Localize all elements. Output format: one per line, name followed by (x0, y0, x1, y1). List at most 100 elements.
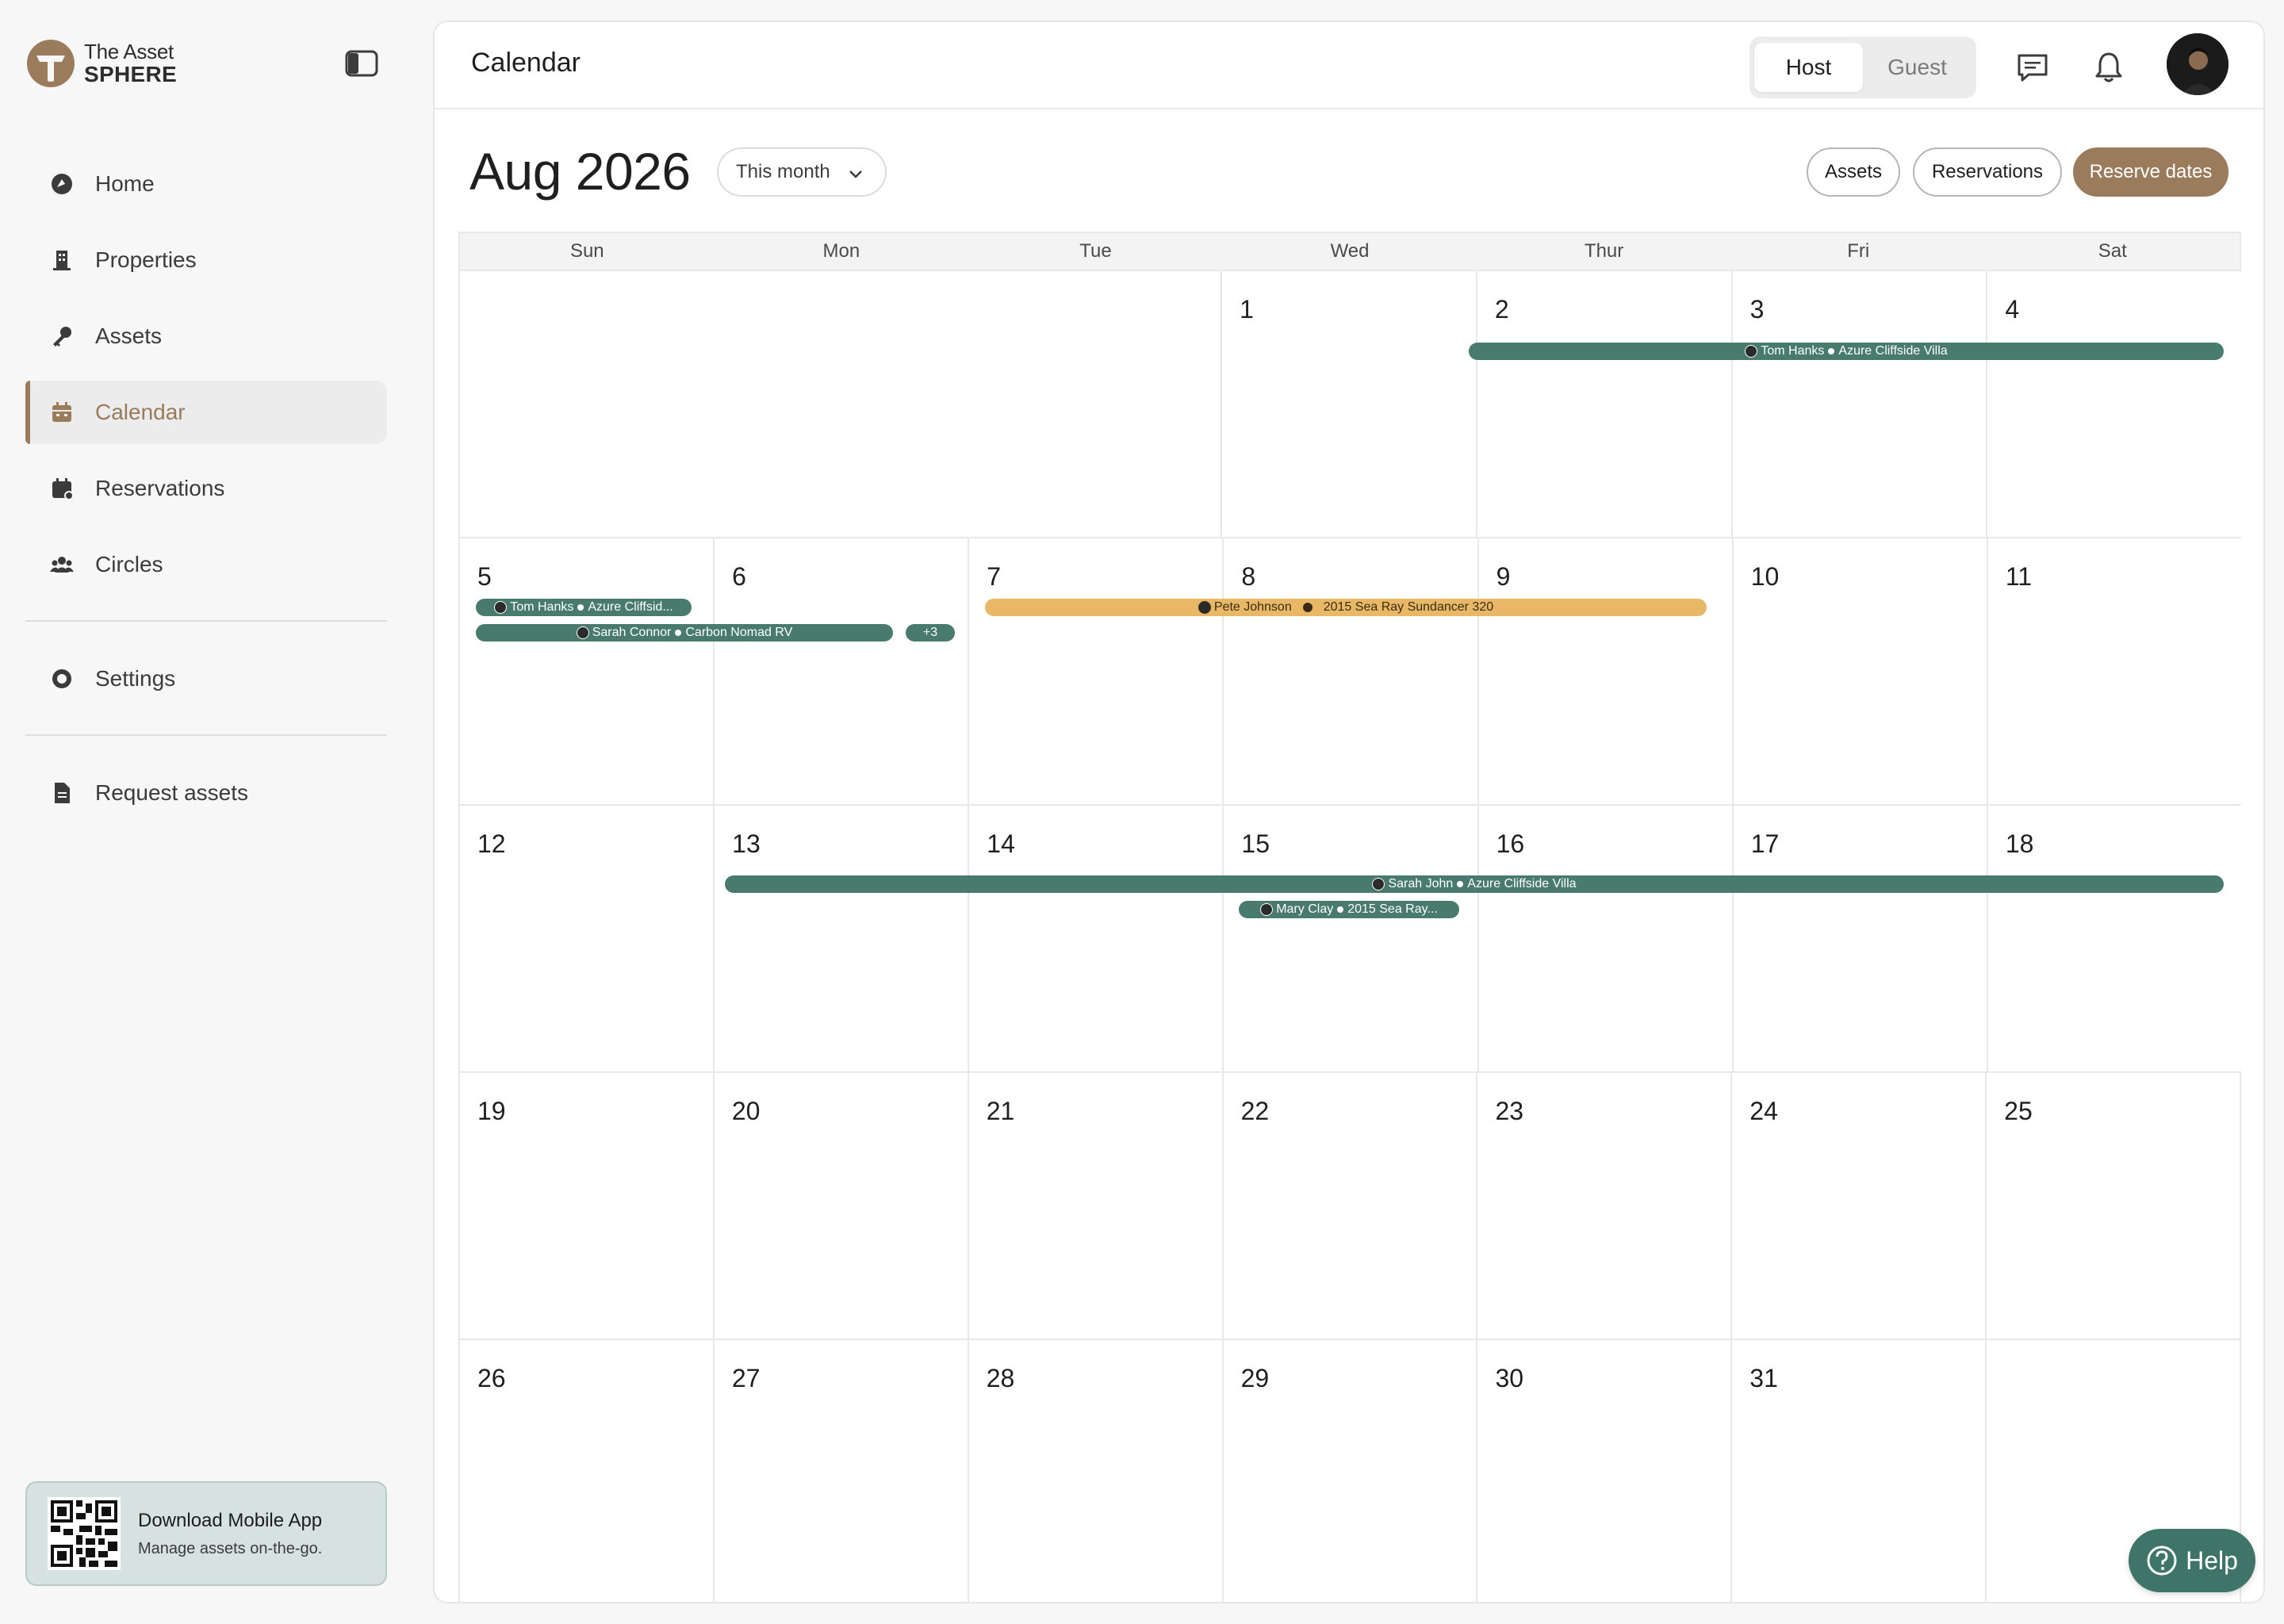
sidebar-item-home[interactable]: Home (25, 152, 387, 216)
sidebar-item-label: Settings (95, 666, 176, 691)
day-cell[interactable]: 18 (1986, 806, 2241, 1071)
day-number: 12 (477, 829, 506, 858)
reservation-event[interactable]: Pete Johnson 2015 Sea Ray Sundancer 320 (985, 599, 1707, 616)
day-cell[interactable]: 24 (1730, 1073, 1985, 1339)
help-label: Help (2186, 1545, 2238, 1575)
day-cell[interactable]: 4 (1986, 271, 2241, 537)
separator-dot-icon (1457, 881, 1464, 887)
day-cell[interactable]: 17 (1731, 806, 1987, 1071)
weekday-label: Sat (2098, 240, 2127, 262)
event-asset: Azure Cliffside Villa (1467, 877, 1577, 891)
day-number: 31 (1749, 1364, 1778, 1392)
reserve-dates-button[interactable]: Reserve dates (2073, 147, 2228, 197)
day-number: 15 (1241, 829, 1270, 858)
day-cell[interactable]: 25 (1985, 1073, 2242, 1339)
day-cell[interactable]: 3 (1730, 271, 1987, 537)
building-icon (49, 247, 75, 273)
day-cell[interactable]: 14 (968, 806, 1222, 1071)
day-cell[interactable]: 13 (713, 806, 968, 1071)
logo-mark-icon (27, 40, 75, 87)
sidebar-item-calendar[interactable]: Calendar (25, 381, 387, 444)
day-cell[interactable]: 9 (1477, 538, 1732, 804)
assets-filter-button[interactable]: Assets (1807, 147, 1900, 197)
reservations-filter-button[interactable]: Reservations (1913, 147, 2062, 197)
guest-avatar (576, 626, 589, 639)
day-cell[interactable]: 22 (1221, 1073, 1477, 1339)
day-number: 21 (986, 1097, 1015, 1125)
day-number: 7 (987, 562, 1002, 591)
sidebar-item-label: Calendar (95, 400, 186, 424)
app-card-subtitle: Manage assets on-the-go. (138, 1539, 323, 1557)
user-avatar[interactable] (2167, 33, 2228, 95)
reservation-event[interactable]: Mary Clay 2015 Sea Ray... (1239, 901, 1459, 918)
sidebar-item-circles[interactable]: Circles (25, 533, 387, 596)
day-cell[interactable]: 19 (458, 1073, 713, 1339)
guest-avatar (494, 601, 508, 614)
day-cell[interactable]: 30 (1476, 1340, 1730, 1602)
calendar-week: 19 20 21 22 23 24 25 (458, 1071, 2242, 1339)
day-cell[interactable]: 5 (458, 538, 713, 804)
calendar-toolbar: Aug 2026 This month Assets Reservations … (435, 141, 2263, 220)
day-cell[interactable]: 31 (1730, 1340, 1985, 1602)
host-guest-toggle: Host Guest (1749, 36, 1976, 98)
sidebar-item-settings[interactable]: Settings (25, 647, 387, 710)
day-cell[interactable]: 12 (458, 806, 713, 1071)
day-cell[interactable]: 7 (968, 538, 1222, 804)
event-asset: 2015 Sea Ray... (1347, 902, 1438, 916)
day-number: 26 (477, 1364, 506, 1392)
reservation-event[interactable]: Sarah Connor Carbon Nomad RV (476, 624, 893, 642)
bell-icon[interactable] (2090, 49, 2127, 86)
sidebar-item-request-assets[interactable]: Request assets (25, 761, 387, 825)
day-number: 28 (986, 1364, 1015, 1392)
reservation-event[interactable]: Tom Hanks Azure Cliffsid... (476, 599, 692, 616)
day-number: 16 (1496, 829, 1525, 858)
day-cell[interactable]: 20 (712, 1073, 968, 1339)
guest-avatar (1745, 345, 1758, 358)
day-cell[interactable]: 28 (967, 1340, 1222, 1602)
sidebar-toggle-button[interactable] (344, 49, 379, 78)
guest-avatar (1372, 878, 1385, 891)
event-guest: Pete Johnson (1213, 600, 1292, 614)
day-cell[interactable]: 29 (1221, 1340, 1477, 1602)
brand-logo[interactable]: The Asset SPHERE (25, 38, 177, 89)
sidebar-item-assets[interactable]: Assets (25, 304, 387, 368)
day-cell[interactable]: 1 (1221, 271, 1476, 537)
weekday-label: Mon (822, 240, 860, 262)
day-cell[interactable]: 11 (1986, 538, 2241, 804)
sidebar-item-label: Assets (95, 324, 163, 348)
sidebar-item-reservations[interactable]: Reservations (25, 457, 387, 520)
more-events-badge[interactable]: +3 (906, 624, 955, 642)
sidebar-item-properties[interactable]: Properties (25, 228, 387, 292)
day-cell[interactable]: 21 (967, 1073, 1222, 1339)
day-cell[interactable]: 23 (1476, 1073, 1730, 1339)
host-toggle-button[interactable]: Host (1754, 43, 1863, 92)
separator-dot-icon (1337, 906, 1344, 913)
guest-toggle-button[interactable]: Guest (1863, 43, 1972, 92)
day-cell[interactable]: 2 (1475, 271, 1731, 537)
home-icon (49, 171, 75, 197)
day-cell[interactable]: 16 (1477, 806, 1732, 1071)
day-cell[interactable]: 26 (458, 1340, 713, 1602)
day-cell[interactable]: 15 (1222, 806, 1477, 1071)
event-asset: Azure Cliffside Villa (1838, 344, 1948, 358)
messages-icon[interactable] (2014, 49, 2051, 86)
day-cell-empty (967, 271, 1221, 537)
day-cell[interactable]: 10 (1731, 538, 1987, 804)
calendar-week: 26 27 28 29 30 31 (458, 1339, 2242, 1602)
help-button[interactable]: Help (2129, 1529, 2255, 1592)
day-number: 30 (1495, 1364, 1524, 1392)
day-cell-empty (458, 271, 714, 537)
sidebar-nav-request: Request assets (25, 761, 387, 837)
sidebar-item-label: Reservations (95, 476, 225, 500)
reservation-event[interactable]: Sarah John Azure Cliffside Villa (725, 875, 2224, 893)
event-asset: Carbon Nomad RV (685, 626, 793, 639)
day-cell[interactable]: 6 (713, 538, 968, 804)
guest-avatar (1198, 601, 1211, 614)
event-guest: Sarah Connor (592, 626, 672, 639)
day-number: 1 (1240, 295, 1254, 324)
reservation-event[interactable]: Tom Hanks Azure Cliffside Villa (1469, 343, 2224, 360)
period-dropdown[interactable]: This month (717, 147, 887, 197)
day-cell[interactable]: 27 (712, 1340, 968, 1602)
day-cell[interactable]: 8 (1222, 538, 1477, 804)
download-app-card[interactable]: Download Mobile App Manage assets on-the… (25, 1481, 387, 1586)
